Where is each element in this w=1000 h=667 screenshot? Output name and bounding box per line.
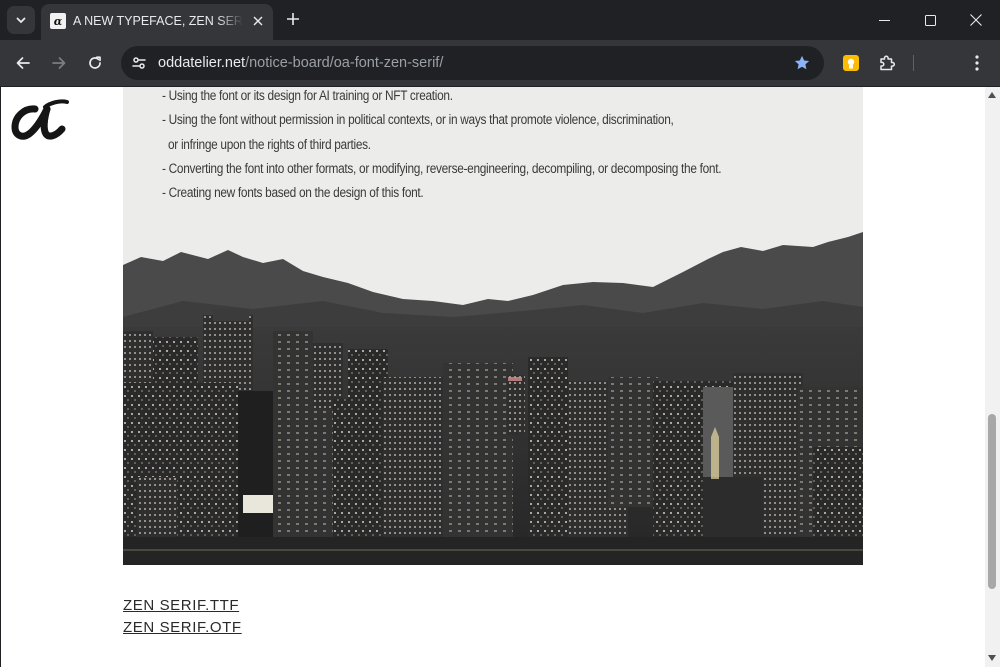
arrow-left-icon (16, 57, 30, 69)
chevron-down-icon (16, 17, 26, 24)
forward-button[interactable] (45, 49, 73, 77)
browser-menu-button[interactable] (965, 51, 989, 75)
tune-icon (132, 57, 146, 69)
close-window-button[interactable] (953, 0, 999, 40)
close-icon (253, 16, 263, 26)
new-tab-button[interactable] (282, 8, 304, 30)
extensions-menu-button[interactable] (875, 51, 899, 75)
extension-button[interactable] (839, 51, 863, 75)
url-path: /notice-board/oa-font-zen-serif/ (245, 55, 444, 71)
tab-strip: α A NEW TYPEFACE, ZEN SERIF - ODD ATELIE… (0, 0, 1000, 40)
browser-toolbar: oddatelier.net/notice-board/oa-font-zen-… (0, 40, 1000, 86)
page-scrollbar[interactable] (985, 87, 1000, 667)
tab-title: A NEW TYPEFACE, ZEN SERIF - ODD ATELIER (73, 14, 243, 28)
page-viewport: - Using the font or its design for AI tr… (1, 87, 985, 667)
star-icon (794, 55, 810, 70)
maximize-icon (924, 14, 936, 26)
address-bar[interactable]: oddatelier.net/notice-board/oa-font-zen-… (121, 46, 824, 80)
reload-button[interactable] (81, 49, 109, 77)
minimize-icon (878, 19, 890, 21)
url-host: oddatelier.net (158, 55, 246, 71)
toolbar-separator (913, 55, 914, 71)
download-ttf-link[interactable]: ZEN SERIF.TTF (123, 597, 239, 614)
puzzle-icon (880, 55, 896, 71)
back-button[interactable] (9, 49, 37, 77)
notice-image: - Using the font or its design for AI tr… (123, 87, 863, 565)
download-otf-link[interactable]: ZEN SERIF.OTF (123, 619, 242, 636)
scroll-up-arrow-icon[interactable] (988, 92, 996, 98)
scroll-down-arrow-icon[interactable] (988, 655, 996, 661)
site-info-button[interactable] (129, 53, 149, 73)
odd-atelier-logo-icon (11, 99, 69, 140)
site-logo[interactable] (10, 95, 70, 141)
extension-badge-icon (843, 55, 859, 71)
more-vertical-icon (975, 55, 979, 71)
scrollbar-thumb[interactable] (988, 414, 996, 589)
minimize-button[interactable] (861, 0, 907, 40)
active-tab[interactable]: α A NEW TYPEFACE, ZEN SERIF - ODD ATELIE… (41, 4, 273, 40)
arrow-right-icon (52, 57, 66, 69)
city-skyline-image (123, 232, 863, 565)
tab-close-button[interactable] (249, 12, 267, 30)
reload-icon (89, 56, 101, 69)
plus-icon (287, 13, 299, 25)
maximize-button[interactable] (907, 0, 953, 40)
bookmark-star-button[interactable] (792, 53, 812, 73)
close-icon (970, 14, 982, 26)
site-favicon-icon: α (50, 13, 66, 29)
tab-search-button[interactable] (7, 6, 35, 34)
url-text[interactable]: oddatelier.net/notice-board/oa-font-zen-… (158, 55, 443, 71)
